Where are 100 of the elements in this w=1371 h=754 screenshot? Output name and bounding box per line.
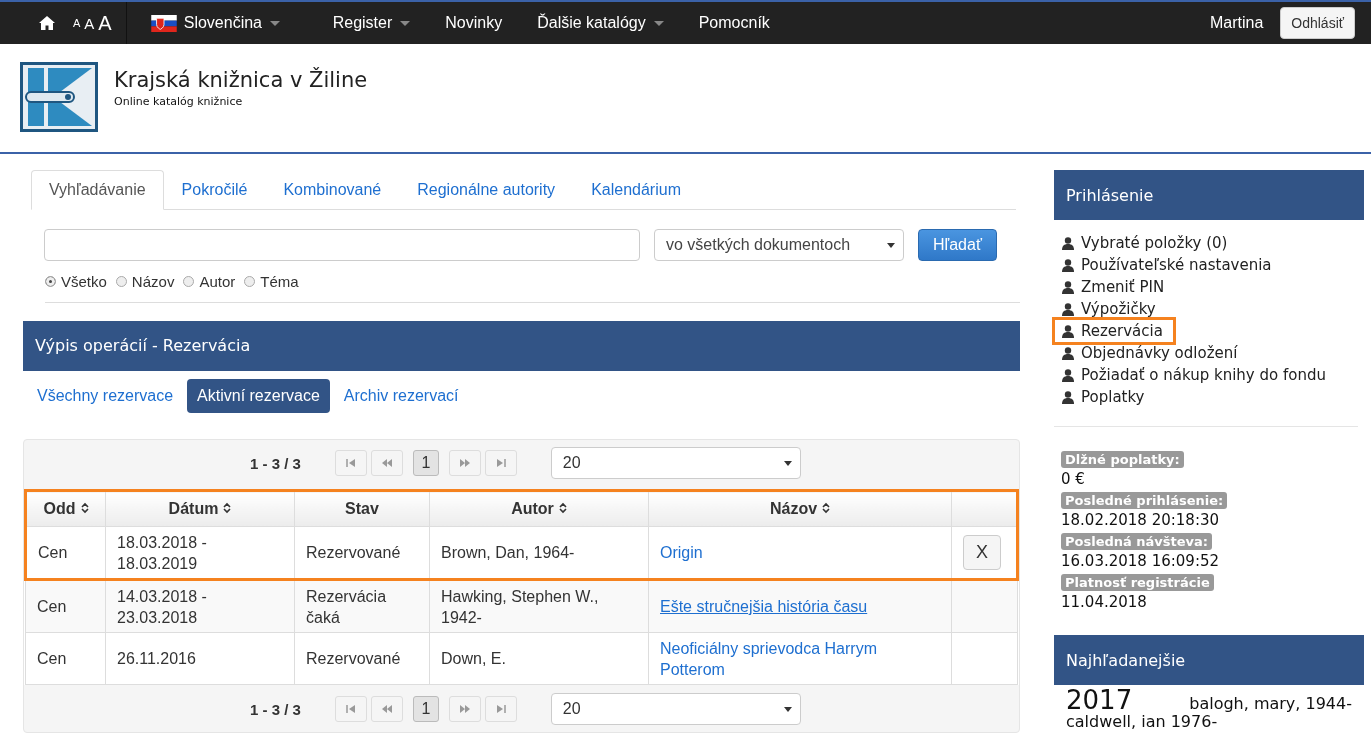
date-text: 14.03.2018 - xyxy=(117,586,208,607)
column-header[interactable]: Názov xyxy=(648,490,952,527)
next-page-icon xyxy=(459,705,470,713)
info-value: 16.03.2018 16:09:52 xyxy=(1061,552,1221,570)
info-label: Dlžné poplatky: xyxy=(1061,451,1184,468)
person-icon xyxy=(1062,324,1074,338)
last-page-icon xyxy=(495,705,506,713)
sort-icon xyxy=(822,502,831,514)
person-icon xyxy=(1062,236,1074,250)
search-term-link[interactable]: 2017 xyxy=(1066,687,1133,715)
table-cell: Down, E. xyxy=(429,632,649,685)
column-header[interactable]: Odd xyxy=(25,490,106,527)
info-value: 18.02.2018 20:18:30 xyxy=(1061,511,1221,529)
last-page-button[interactable] xyxy=(484,696,517,722)
search-tab[interactable]: Kalendárium xyxy=(573,170,699,210)
person-icon xyxy=(1062,346,1074,360)
cancel-button[interactable]: X xyxy=(963,535,1001,570)
result-range: 1 - 3 / 3 xyxy=(250,700,301,718)
account-menu-item[interactable]: Objednávky odložení xyxy=(1062,342,1242,364)
home-icon[interactable] xyxy=(39,16,55,30)
search-field[interactable] xyxy=(44,229,640,261)
first-page-button[interactable] xyxy=(334,450,367,476)
previous-page-button[interactable] xyxy=(370,450,403,476)
column-header[interactable]: Dátum xyxy=(105,490,295,527)
page-button[interactable]: 1 xyxy=(412,450,439,476)
caret-icon xyxy=(783,460,792,466)
account-menu-item[interactable]: Rezervácia xyxy=(1055,320,1173,342)
radio-label[interactable]: Názov xyxy=(131,273,175,290)
caret-icon xyxy=(783,706,792,712)
page-button[interactable]: 1 xyxy=(412,696,439,722)
first-page-icon xyxy=(345,459,356,467)
info-value: 11.04.2018 xyxy=(1061,593,1148,611)
nav-menu-item[interactable]: Register xyxy=(332,14,411,32)
radio-button[interactable] xyxy=(244,276,256,287)
nav-menu-item[interactable]: Ďalšie katalógy xyxy=(537,14,664,32)
per-page-dropdown[interactable]: 20 xyxy=(550,693,801,725)
last-page-button[interactable] xyxy=(484,450,517,476)
date-text: 18.03.2019 xyxy=(117,553,199,574)
logout-button[interactable]: Odhlásiť xyxy=(1280,7,1355,39)
filter-pill[interactable]: Všechny rezervace xyxy=(27,379,184,413)
date-text: 18.03.2018 - xyxy=(117,532,208,553)
search-tab[interactable]: Regionálne autority xyxy=(399,170,574,210)
font-size-link[interactable]: A xyxy=(98,11,112,35)
table-cell: Cen xyxy=(25,632,106,685)
radio-button[interactable] xyxy=(183,276,195,287)
person-icon xyxy=(1062,368,1074,382)
language-dropdown[interactable]: Slovenčina xyxy=(150,14,333,32)
radio-label[interactable]: Téma xyxy=(260,273,299,290)
search-tab[interactable]: Kombinované xyxy=(265,170,400,210)
account-menu-item[interactable]: Požiadať o nákup knihy do fondu xyxy=(1062,364,1330,386)
radio-label[interactable]: Autor xyxy=(199,273,236,290)
library-logo-icon xyxy=(20,62,98,132)
account-menu-item[interactable]: Používateľské nastavenia xyxy=(1062,254,1276,276)
date-text: 23.03.2018 xyxy=(117,607,199,628)
table-cell: Hawking, Stephen W., 1942- xyxy=(429,579,649,633)
first-page-button[interactable] xyxy=(334,696,367,722)
library-title: Krajská knižnica v Žiline xyxy=(114,68,368,92)
search-tab[interactable]: Pokročilé xyxy=(163,170,266,210)
flag-icon xyxy=(150,14,177,32)
caret-icon xyxy=(400,21,411,27)
next-page-icon xyxy=(459,459,470,467)
person-icon xyxy=(1062,390,1074,404)
radio-button[interactable] xyxy=(45,276,56,287)
library-subtitle: Online katalóg knižnice xyxy=(114,95,244,108)
nav-menu-item[interactable]: Novinky xyxy=(445,14,503,32)
scope-dropdown[interactable]: vo všetkých dokumentoch xyxy=(654,229,904,261)
result-range: 1 - 3 / 3 xyxy=(250,454,301,472)
search-tab[interactable]: Vyhľadávanie xyxy=(31,170,164,210)
person-icon xyxy=(1062,280,1074,294)
account-menu-item[interactable]: Zmeniť PIN xyxy=(1062,276,1169,298)
user-name: Martina xyxy=(1209,14,1264,32)
account-menu-item[interactable]: Výpožičky xyxy=(1062,298,1160,320)
sort-icon xyxy=(558,502,567,514)
search-term-link[interactable]: caldwell, ian 1976- xyxy=(1066,714,1218,732)
column-header[interactable]: Autor xyxy=(429,490,649,527)
caret-icon xyxy=(653,21,664,27)
info-value: 0 € xyxy=(1061,470,1086,488)
search-button[interactable]: Hľadať xyxy=(918,229,997,261)
sort-icon xyxy=(223,502,232,514)
font-size-link[interactable]: A xyxy=(73,17,81,29)
sort-icon xyxy=(80,502,89,514)
title-link[interactable]: Origin xyxy=(660,542,703,563)
info-label: Posledná návšteva: xyxy=(1061,533,1213,550)
first-page-icon xyxy=(345,705,356,713)
nav-menu-item[interactable]: Pomocník xyxy=(698,14,770,32)
person-icon xyxy=(1062,302,1074,316)
per-page-dropdown[interactable]: 20 xyxy=(550,447,801,479)
search-term-link[interactable]: balogh, mary, 1944- xyxy=(1189,696,1352,713)
filter-pill[interactable]: Archiv rezervací xyxy=(333,379,469,413)
font-size-link[interactable]: A xyxy=(84,14,95,32)
radio-label[interactable]: Všetko xyxy=(61,273,107,290)
table-cell: Rezervované xyxy=(294,632,430,685)
previous-page-button[interactable] xyxy=(370,696,403,722)
previous-page-icon xyxy=(381,459,392,467)
account-menu-item[interactable]: Vybraté položky (0) xyxy=(1062,232,1232,254)
next-page-button[interactable] xyxy=(448,450,481,476)
filter-pill[interactable]: Aktivní rezervace xyxy=(187,379,330,413)
account-menu-item[interactable]: Poplatky xyxy=(1062,386,1149,408)
next-page-button[interactable] xyxy=(448,696,481,722)
radio-button[interactable] xyxy=(115,276,127,287)
